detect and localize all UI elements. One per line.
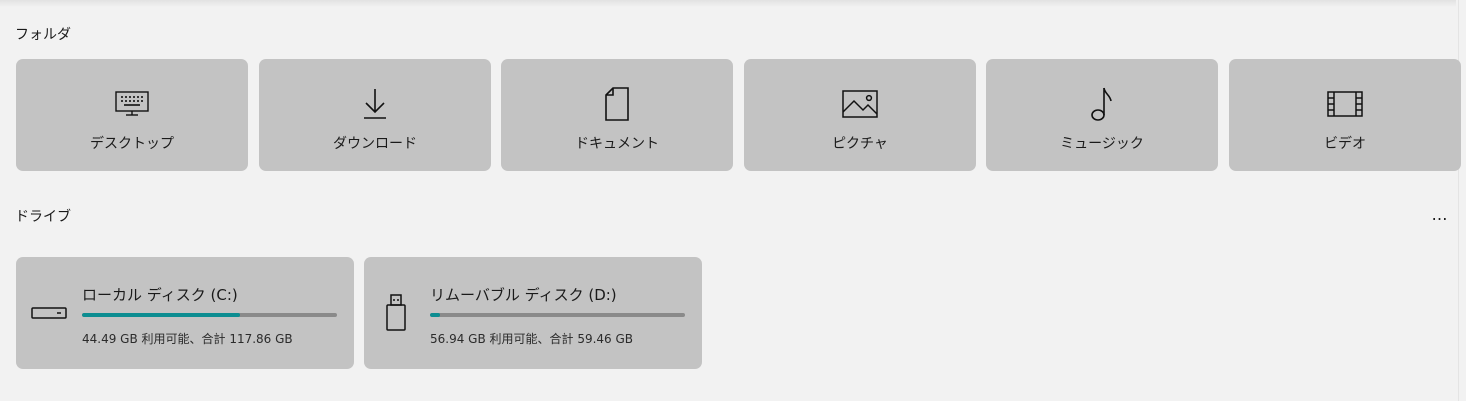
vertical-scrollbar[interactable] <box>1458 0 1466 401</box>
drives-section-label: ドライブ <box>15 209 71 225</box>
folder-label-music: ミュージック <box>1060 136 1144 152</box>
folder-label-documents: ドキュメント <box>575 136 659 152</box>
drive-capacity-c: 44.49 GB 利用可能、合計 117.86 GB <box>82 332 293 346</box>
top-shadow <box>0 0 1456 7</box>
drive-capacity-d: 56.94 GB 利用可能、合計 59.46 GB <box>430 332 634 346</box>
folder-tile-documents[interactable]: ドキュメント <box>501 59 733 171</box>
folder-tile-downloads[interactable]: ダウンロード <box>259 59 491 171</box>
desktop-icon <box>112 84 152 124</box>
picture-icon <box>840 84 880 124</box>
folder-label-downloads: ダウンロード <box>333 136 417 152</box>
drive-tile-d[interactable]: リムーバブル ディスク (D:) 56.94 GB 利用可能、合計 59.46 … <box>364 257 702 369</box>
folder-tile-pictures[interactable]: ピクチャ <box>744 59 976 171</box>
folder-label-videos: ビデオ <box>1324 136 1366 152</box>
music-icon <box>1082 84 1122 124</box>
drive-tile-c[interactable]: ローカル ディスク (C:) 44.49 GB 利用可能、合計 117.86 G… <box>16 257 354 369</box>
drive-usage-bar-c <box>82 313 337 317</box>
usb-drive-icon <box>384 293 408 333</box>
folder-label-desktop: デスクトップ <box>90 136 174 152</box>
folder-tile-desktop[interactable]: デスクトップ <box>16 59 248 171</box>
video-icon <box>1325 84 1365 124</box>
document-icon <box>597 84 637 124</box>
folder-tile-videos[interactable]: ビデオ <box>1229 59 1461 171</box>
drive-name-c: ローカル ディスク (C:) <box>82 286 238 304</box>
hard-drive-icon <box>31 305 67 321</box>
folder-tile-music[interactable]: ミュージック <box>986 59 1218 171</box>
folder-label-pictures: ピクチャ <box>832 136 888 152</box>
drive-usage-fill-d <box>430 313 441 317</box>
folders-section-label: フォルダ <box>15 27 71 43</box>
drive-name-d: リムーバブル ディスク (D:) <box>430 286 617 304</box>
more-options-button[interactable]: … <box>1426 206 1454 228</box>
drive-usage-bar-d <box>430 313 685 317</box>
drive-usage-fill-c <box>82 313 241 317</box>
download-icon <box>355 84 395 124</box>
